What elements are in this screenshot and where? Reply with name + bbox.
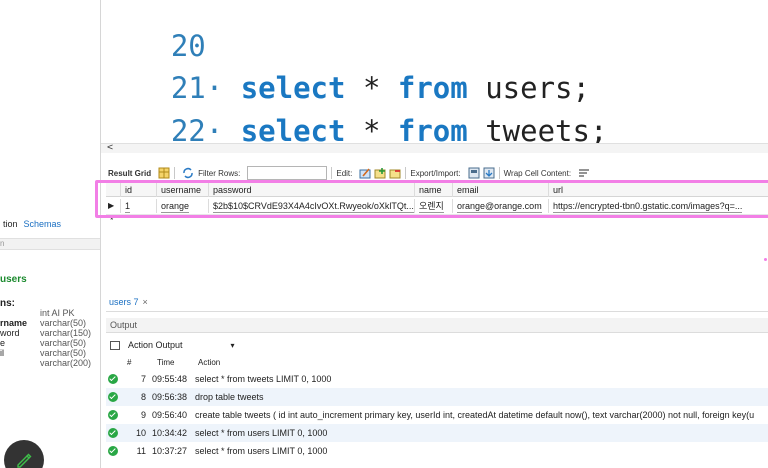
output-type-selector[interactable]: Action Output ▾ [110, 338, 235, 352]
code-line: 20 [101, 0, 206, 63]
annotation-dot [764, 258, 767, 261]
output-col-action: Action [198, 358, 221, 367]
output-num: 10 [135, 428, 146, 438]
selected-table-name: users [0, 274, 27, 285]
toolbar-separator [498, 167, 500, 179]
output-time: 10:34:42 [152, 428, 188, 438]
result-tab-strip: users 7 × [106, 294, 768, 312]
output-header: Output [106, 318, 768, 333]
tab-schemas[interactable]: Schemas [21, 219, 65, 229]
add-row-icon[interactable] [374, 167, 386, 179]
success-icon [108, 428, 118, 438]
output-row[interactable]: 10 10:34:42 select * from users LIMIT 0,… [106, 424, 768, 442]
output-action: drop table tweets [195, 392, 264, 402]
export-import-label: Export/Import: [410, 168, 461, 178]
sql-editor[interactable]: 20 21· select * from users; 22· select *… [101, 0, 768, 153]
success-icon [108, 446, 118, 456]
information-bar: n [0, 238, 100, 250]
output-time: 10:37:27 [152, 446, 188, 456]
highlight-annotation [95, 180, 768, 218]
edit-label: Edit: [336, 168, 353, 178]
result-grid-label[interactable]: Result Grid [108, 169, 151, 178]
column-type: int AI PK [40, 308, 75, 318]
navigator-panel: tion Schemas n users ns: int AI PK rname… [0, 0, 101, 468]
navigator-tabs: tion Schemas [0, 216, 101, 232]
column-name: e [0, 338, 6, 348]
output-num: 8 [140, 392, 146, 402]
refresh-icon[interactable] [182, 167, 194, 179]
toolbar-separator [174, 167, 176, 179]
tab-administration[interactable]: tion [0, 219, 21, 229]
column-type: varchar(200) [40, 358, 92, 368]
column-row: e varchar(50) [0, 338, 101, 348]
output-time: 09:56:40 [152, 410, 188, 420]
output-column-headers: # Time Action [106, 358, 768, 370]
output-action: create table tweets ( id int auto_increm… [195, 410, 755, 420]
code-line: 22· select * from tweets; [101, 71, 608, 148]
output-col-time: Time [157, 358, 175, 367]
success-icon [108, 392, 118, 402]
edit-button[interactable] [4, 440, 44, 468]
column-type: varchar(50) [40, 348, 87, 358]
toolbar-separator [405, 167, 407, 179]
output-col-num: # [127, 358, 132, 367]
output-action: select * from users LIMIT 0, 1000 [195, 446, 328, 456]
column-row: word varchar(150) [0, 328, 101, 338]
output-row[interactable]: 7 09:55:48 select * from tweets LIMIT 0,… [106, 370, 768, 388]
output-action: select * from users LIMIT 0, 1000 [195, 428, 328, 438]
code-line: 21· select * from users; [101, 28, 590, 105]
column-row: il varchar(50) [0, 348, 101, 358]
column-name: il [0, 348, 4, 358]
column-type: varchar(50) [40, 318, 87, 328]
import-icon[interactable] [483, 167, 495, 179]
column-row: int AI PK [0, 308, 101, 318]
pencil-icon [17, 453, 32, 468]
column-name: word [0, 328, 20, 338]
editor-horizontal-scrollbar[interactable]: < [101, 142, 768, 153]
column-list: int AI PK rname varchar(50) word varchar(1… [0, 308, 101, 368]
delete-row-icon[interactable] [389, 167, 401, 179]
output-action: select * from tweets LIMIT 0, 1000 [195, 374, 332, 384]
wrap-cell-icon[interactable] [578, 167, 590, 179]
column-row: rname varchar(50) [0, 318, 101, 328]
grid-icon[interactable] [158, 167, 170, 179]
output-row[interactable]: 9 09:56:40 create table tweets ( id int … [106, 406, 768, 424]
column-name: rname [0, 318, 28, 328]
output-time: 09:56:38 [152, 392, 188, 402]
close-icon[interactable]: × [143, 297, 148, 307]
scroll-left-icon[interactable]: < [107, 142, 113, 153]
success-icon [108, 410, 118, 420]
export-icon[interactable] [468, 167, 480, 179]
success-icon [108, 374, 118, 384]
filter-rows-input[interactable] [247, 166, 328, 180]
toolbar-separator [331, 167, 333, 179]
output-num: 9 [140, 410, 146, 420]
result-tab-label: users 7 [109, 297, 139, 307]
output-panel: Output Action Output ▾ # Time Action 7 0… [106, 318, 768, 468]
output-time: 09:55:48 [152, 374, 188, 384]
output-num: 7 [140, 374, 146, 384]
output-type-label: Action Output [128, 340, 183, 350]
result-tab[interactable]: users 7 × [109, 297, 148, 307]
column-type: varchar(50) [40, 338, 87, 348]
output-row[interactable]: 11 10:37:27 select * from users LIMIT 0,… [106, 442, 768, 460]
result-toolbar: Result Grid Filter Rows: Edit: Export/Im… [108, 165, 768, 181]
wrap-cell-label: Wrap Cell Content: [503, 168, 572, 178]
column-type: varchar(150) [40, 328, 92, 338]
filter-rows-label: Filter Rows: [198, 168, 241, 178]
output-row[interactable]: 8 09:56:38 drop table tweets [106, 388, 768, 406]
edit-row-icon[interactable] [359, 167, 371, 179]
chevron-down-icon: ▾ [230, 340, 235, 350]
column-row: varchar(200) [0, 358, 101, 368]
output-num: 11 [136, 446, 146, 456]
output-window-icon [110, 340, 120, 350]
